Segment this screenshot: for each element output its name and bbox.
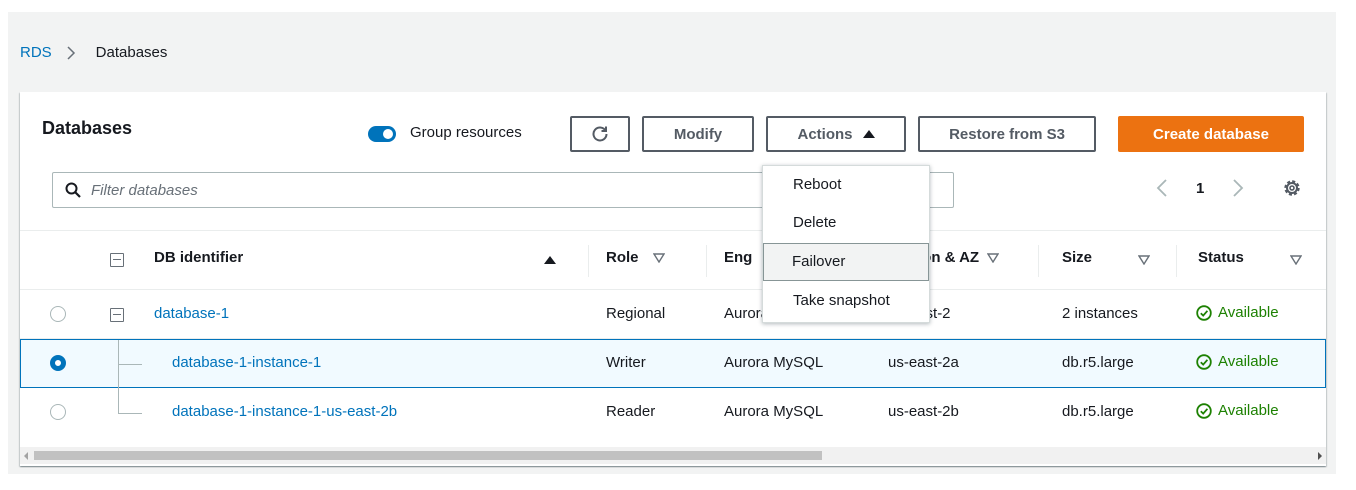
panel-title: Databases [42, 118, 133, 138]
menu-item-take-snapshot[interactable]: Take snapshot [763, 282, 929, 320]
breadcrumb: RDS Databases [20, 44, 167, 61]
rds-console-page: RDS Databases Databases Group resources … [8, 12, 1336, 474]
status-badge: Available [1196, 304, 1279, 321]
table-row[interactable]: database-1-instance-1 Writer Aurora MySQ… [20, 339, 1326, 389]
menu-item-delete[interactable]: Delete [763, 204, 929, 242]
column-divider [588, 245, 589, 277]
role-cell: Regional [606, 305, 666, 322]
col-size-label: Size [1062, 249, 1093, 266]
refresh-button[interactable] [570, 116, 630, 152]
col-engine[interactable]: Eng [724, 249, 752, 266]
group-resources-toggle[interactable] [368, 126, 396, 142]
row-select-radio[interactable] [50, 306, 66, 322]
col-region-az[interactable]: ion & AZ [918, 249, 1000, 266]
status-text: Available [1218, 353, 1279, 370]
breadcrumb-rds-link[interactable]: RDS [20, 44, 52, 61]
engine-cell: Aurora MySQL [724, 354, 824, 371]
size-cell: db.r5.large [1062, 354, 1134, 371]
scroll-right-arrow-icon[interactable] [1318, 452, 1322, 460]
group-resources-label: Group resources [410, 124, 522, 141]
sort-ascending-icon[interactable] [544, 255, 556, 265]
status-text: Available [1218, 304, 1279, 321]
scroll-left-arrow-icon[interactable] [24, 452, 28, 460]
col-status-label: Status [1198, 249, 1244, 266]
restore-from-s3-button[interactable]: Restore from S3 [918, 116, 1096, 152]
column-divider [1176, 245, 1177, 277]
db-identifier-link[interactable]: database-1 [154, 305, 229, 322]
actions-button[interactable]: Actions [766, 116, 906, 152]
page-number[interactable]: 1 [1196, 180, 1204, 197]
breadcrumb-current: Databases [95, 44, 168, 61]
modify-label: Modify [673, 125, 723, 143]
gear-icon [1284, 180, 1300, 196]
col-role-label: Role [606, 249, 639, 266]
region-cell: us-east-2b [888, 403, 959, 420]
databases-panel: Databases Group resources Modify Actions… [20, 92, 1326, 466]
row-select-radio[interactable] [50, 355, 66, 371]
refresh-icon [592, 126, 608, 142]
table-row[interactable]: database-1 Regional Aurora MySQL us-east… [20, 290, 1326, 339]
actions-dropdown-menu: Reboot Delete Failover Take snapshot [762, 165, 930, 323]
role-cell: Reader [606, 403, 656, 420]
row-select-radio[interactable] [50, 404, 66, 420]
region-cell: us-east-2a [888, 354, 959, 371]
horizontal-scrollbar[interactable] [20, 447, 1326, 464]
size-cell: 2 instances [1062, 305, 1138, 322]
col-role[interactable]: Role [606, 249, 665, 266]
chevron-right-icon [66, 45, 76, 60]
sort-icon[interactable] [1138, 255, 1150, 265]
status-text: Available [1218, 402, 1279, 419]
col-status[interactable]: Status [1198, 249, 1244, 266]
chevron-right-icon [1233, 179, 1244, 197]
sort-icon[interactable] [1290, 255, 1302, 265]
modify-button[interactable]: Modify [642, 116, 754, 152]
collapse-all-icon[interactable] [110, 253, 124, 267]
toggle-knob [383, 129, 393, 139]
status-badge: Available [1196, 353, 1279, 370]
menu-item-failover[interactable]: Failover [763, 243, 929, 281]
status-badge: Available [1196, 402, 1279, 419]
previous-page-button[interactable] [1156, 178, 1168, 198]
create-label: Create database [1153, 125, 1269, 143]
role-cell: Writer [606, 354, 646, 371]
restore-label: Restore from S3 [949, 125, 1065, 143]
tree-connector [118, 413, 142, 414]
actions-label: Actions [797, 125, 853, 143]
collapse-group-icon[interactable] [110, 308, 124, 322]
table-settings-button[interactable] [1282, 178, 1302, 203]
col-engine-label: Eng [724, 249, 753, 266]
col-db-identifier-label: DB identifier [154, 249, 244, 266]
check-circle-icon [1196, 304, 1212, 321]
check-circle-icon [1196, 402, 1212, 419]
sort-icon [987, 252, 1000, 263]
table-row[interactable]: database-1-instance-1-us-east-2b Reader … [20, 388, 1326, 437]
table-header: DB identifier Role Eng ion & AZ Size Sta… [20, 230, 1326, 290]
column-divider [1038, 245, 1039, 277]
check-circle-icon [1196, 353, 1212, 370]
chevron-left-icon [1156, 179, 1167, 197]
col-size[interactable]: Size [1062, 249, 1092, 266]
tree-connector [118, 364, 142, 365]
caret-up-icon [862, 130, 875, 138]
col-db-identifier[interactable]: DB identifier [154, 249, 243, 266]
create-database-button[interactable]: Create database [1118, 116, 1304, 152]
db-identifier-link[interactable]: database-1-instance-1-us-east-2b [172, 403, 397, 420]
menu-item-reboot[interactable]: Reboot [763, 166, 929, 204]
scroll-thumb[interactable] [34, 451, 822, 460]
column-divider [706, 245, 707, 277]
engine-cell: Aurora MySQL [724, 403, 824, 420]
tree-connector [118, 388, 119, 413]
next-page-button[interactable] [1232, 178, 1244, 198]
db-identifier-link[interactable]: database-1-instance-1 [172, 354, 321, 371]
search-icon [65, 182, 81, 198]
size-cell: db.r5.large [1062, 403, 1134, 420]
filter-databases-input[interactable] [91, 179, 791, 201]
sort-icon [652, 252, 665, 263]
